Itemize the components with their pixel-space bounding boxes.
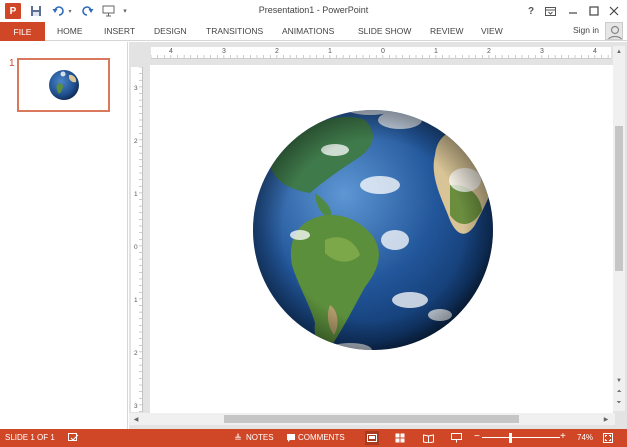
tab-design[interactable]: DESIGN bbox=[154, 26, 187, 36]
help-icon[interactable]: ? bbox=[522, 2, 540, 20]
ribbon-display-icon[interactable] bbox=[541, 2, 559, 20]
notes-button[interactable]: NOTES bbox=[246, 433, 274, 442]
close-icon[interactable] bbox=[605, 2, 623, 20]
fit-to-window-icon[interactable] bbox=[602, 432, 614, 444]
ruler-label: 3 bbox=[134, 85, 138, 92]
ruler-label: 1 bbox=[434, 48, 438, 55]
ruler-label: 3 bbox=[134, 403, 138, 410]
vertical-scrollbar[interactable]: ▲ ▼ ⏶ ⏷ bbox=[613, 46, 625, 411]
slide-editor: 4 3 2 1 0 1 2 3 4 3 2 1 0 1 2 3 ▲ ▼ ⏶ ⏷ … bbox=[129, 42, 627, 429]
ruler-label: 1 bbox=[134, 191, 138, 198]
slide-thumbnail[interactable] bbox=[17, 58, 110, 112]
scroll-left-icon[interactable]: ◀ bbox=[131, 414, 141, 424]
earth-globe-image[interactable] bbox=[150, 65, 613, 413]
vertical-ruler: 3 2 1 0 1 2 3 bbox=[131, 67, 143, 412]
horizontal-scroll-thumb[interactable] bbox=[224, 415, 519, 423]
horizontal-scrollbar[interactable]: ◀ ▶ bbox=[129, 413, 615, 425]
ruler-label: 2 bbox=[134, 138, 138, 145]
tab-insert[interactable]: INSERT bbox=[104, 26, 135, 36]
ruler-label: 4 bbox=[593, 48, 597, 55]
tab-home[interactable]: HOME bbox=[57, 26, 83, 36]
comments-button[interactable]: COMMENTS bbox=[298, 433, 345, 442]
ruler-label: 1 bbox=[134, 297, 138, 304]
user-avatar-icon[interactable] bbox=[605, 22, 623, 40]
ruler-label: 2 bbox=[275, 48, 279, 55]
thumbnail-globe-image bbox=[49, 70, 79, 100]
zoom-level[interactable]: 74% bbox=[577, 433, 593, 442]
horizontal-ruler: 4 3 2 1 0 1 2 3 4 bbox=[151, 47, 611, 59]
notes-icon[interactable]: ≜ bbox=[232, 432, 244, 444]
zoom-slider[interactable] bbox=[482, 437, 560, 438]
ruler-label: 3 bbox=[222, 48, 226, 55]
title-bar: P ▾ ▾ Presentation1 - PowerPoint ? bbox=[0, 0, 627, 22]
sign-in-link[interactable]: Sign in bbox=[573, 25, 599, 35]
reading-view-icon[interactable] bbox=[422, 432, 434, 444]
tab-view[interactable]: VIEW bbox=[481, 26, 503, 36]
tab-transitions[interactable]: TRANSITIONS bbox=[206, 26, 263, 36]
ribbon-tab-bar: FILE HOME INSERT DESIGN TRANSITIONS ANIM… bbox=[0, 22, 627, 41]
zoom-in-button[interactable]: + bbox=[560, 431, 566, 442]
ruler-label: 3 bbox=[540, 48, 544, 55]
ruler-label: 2 bbox=[487, 48, 491, 55]
ruler-label: 4 bbox=[169, 48, 173, 55]
comments-icon[interactable] bbox=[285, 432, 297, 444]
normal-view-icon[interactable] bbox=[365, 431, 379, 445]
slideshow-view-icon[interactable] bbox=[450, 432, 462, 444]
spelling-check-icon[interactable] bbox=[67, 432, 79, 444]
next-slide-icon[interactable]: ⏷ bbox=[614, 398, 624, 408]
tab-slide-show[interactable]: SLIDE SHOW bbox=[358, 26, 411, 36]
tab-review[interactable]: REVIEW bbox=[430, 26, 464, 36]
slide-canvas[interactable] bbox=[150, 65, 613, 413]
zoom-slider-thumb[interactable] bbox=[508, 433, 512, 443]
slide-sorter-icon[interactable] bbox=[394, 432, 406, 444]
ruler-label: 0 bbox=[381, 48, 385, 55]
slide-thumbnail-pane: 1 bbox=[0, 42, 128, 429]
minimize-icon[interactable] bbox=[564, 2, 582, 20]
tab-animations[interactable]: ANIMATIONS bbox=[282, 26, 334, 36]
ruler-label: 1 bbox=[328, 48, 332, 55]
status-bar: SLIDE 1 OF 1 ≜ NOTES COMMENTS − + 74% bbox=[0, 429, 627, 447]
scroll-up-icon[interactable]: ▲ bbox=[614, 47, 624, 57]
previous-slide-icon[interactable]: ⏶ bbox=[614, 387, 624, 397]
scroll-right-icon[interactable]: ▶ bbox=[601, 414, 611, 424]
ruler-label: 0 bbox=[134, 244, 138, 251]
ruler-label: 2 bbox=[134, 350, 138, 357]
slide-number: 1 bbox=[9, 58, 15, 69]
maximize-icon[interactable] bbox=[585, 2, 603, 20]
vertical-scroll-thumb[interactable] bbox=[615, 126, 623, 271]
tab-file[interactable]: FILE bbox=[0, 22, 45, 41]
zoom-out-button[interactable]: − bbox=[474, 431, 480, 442]
scroll-down-icon[interactable]: ▼ bbox=[614, 376, 624, 386]
slide-count: SLIDE 1 OF 1 bbox=[5, 433, 55, 442]
